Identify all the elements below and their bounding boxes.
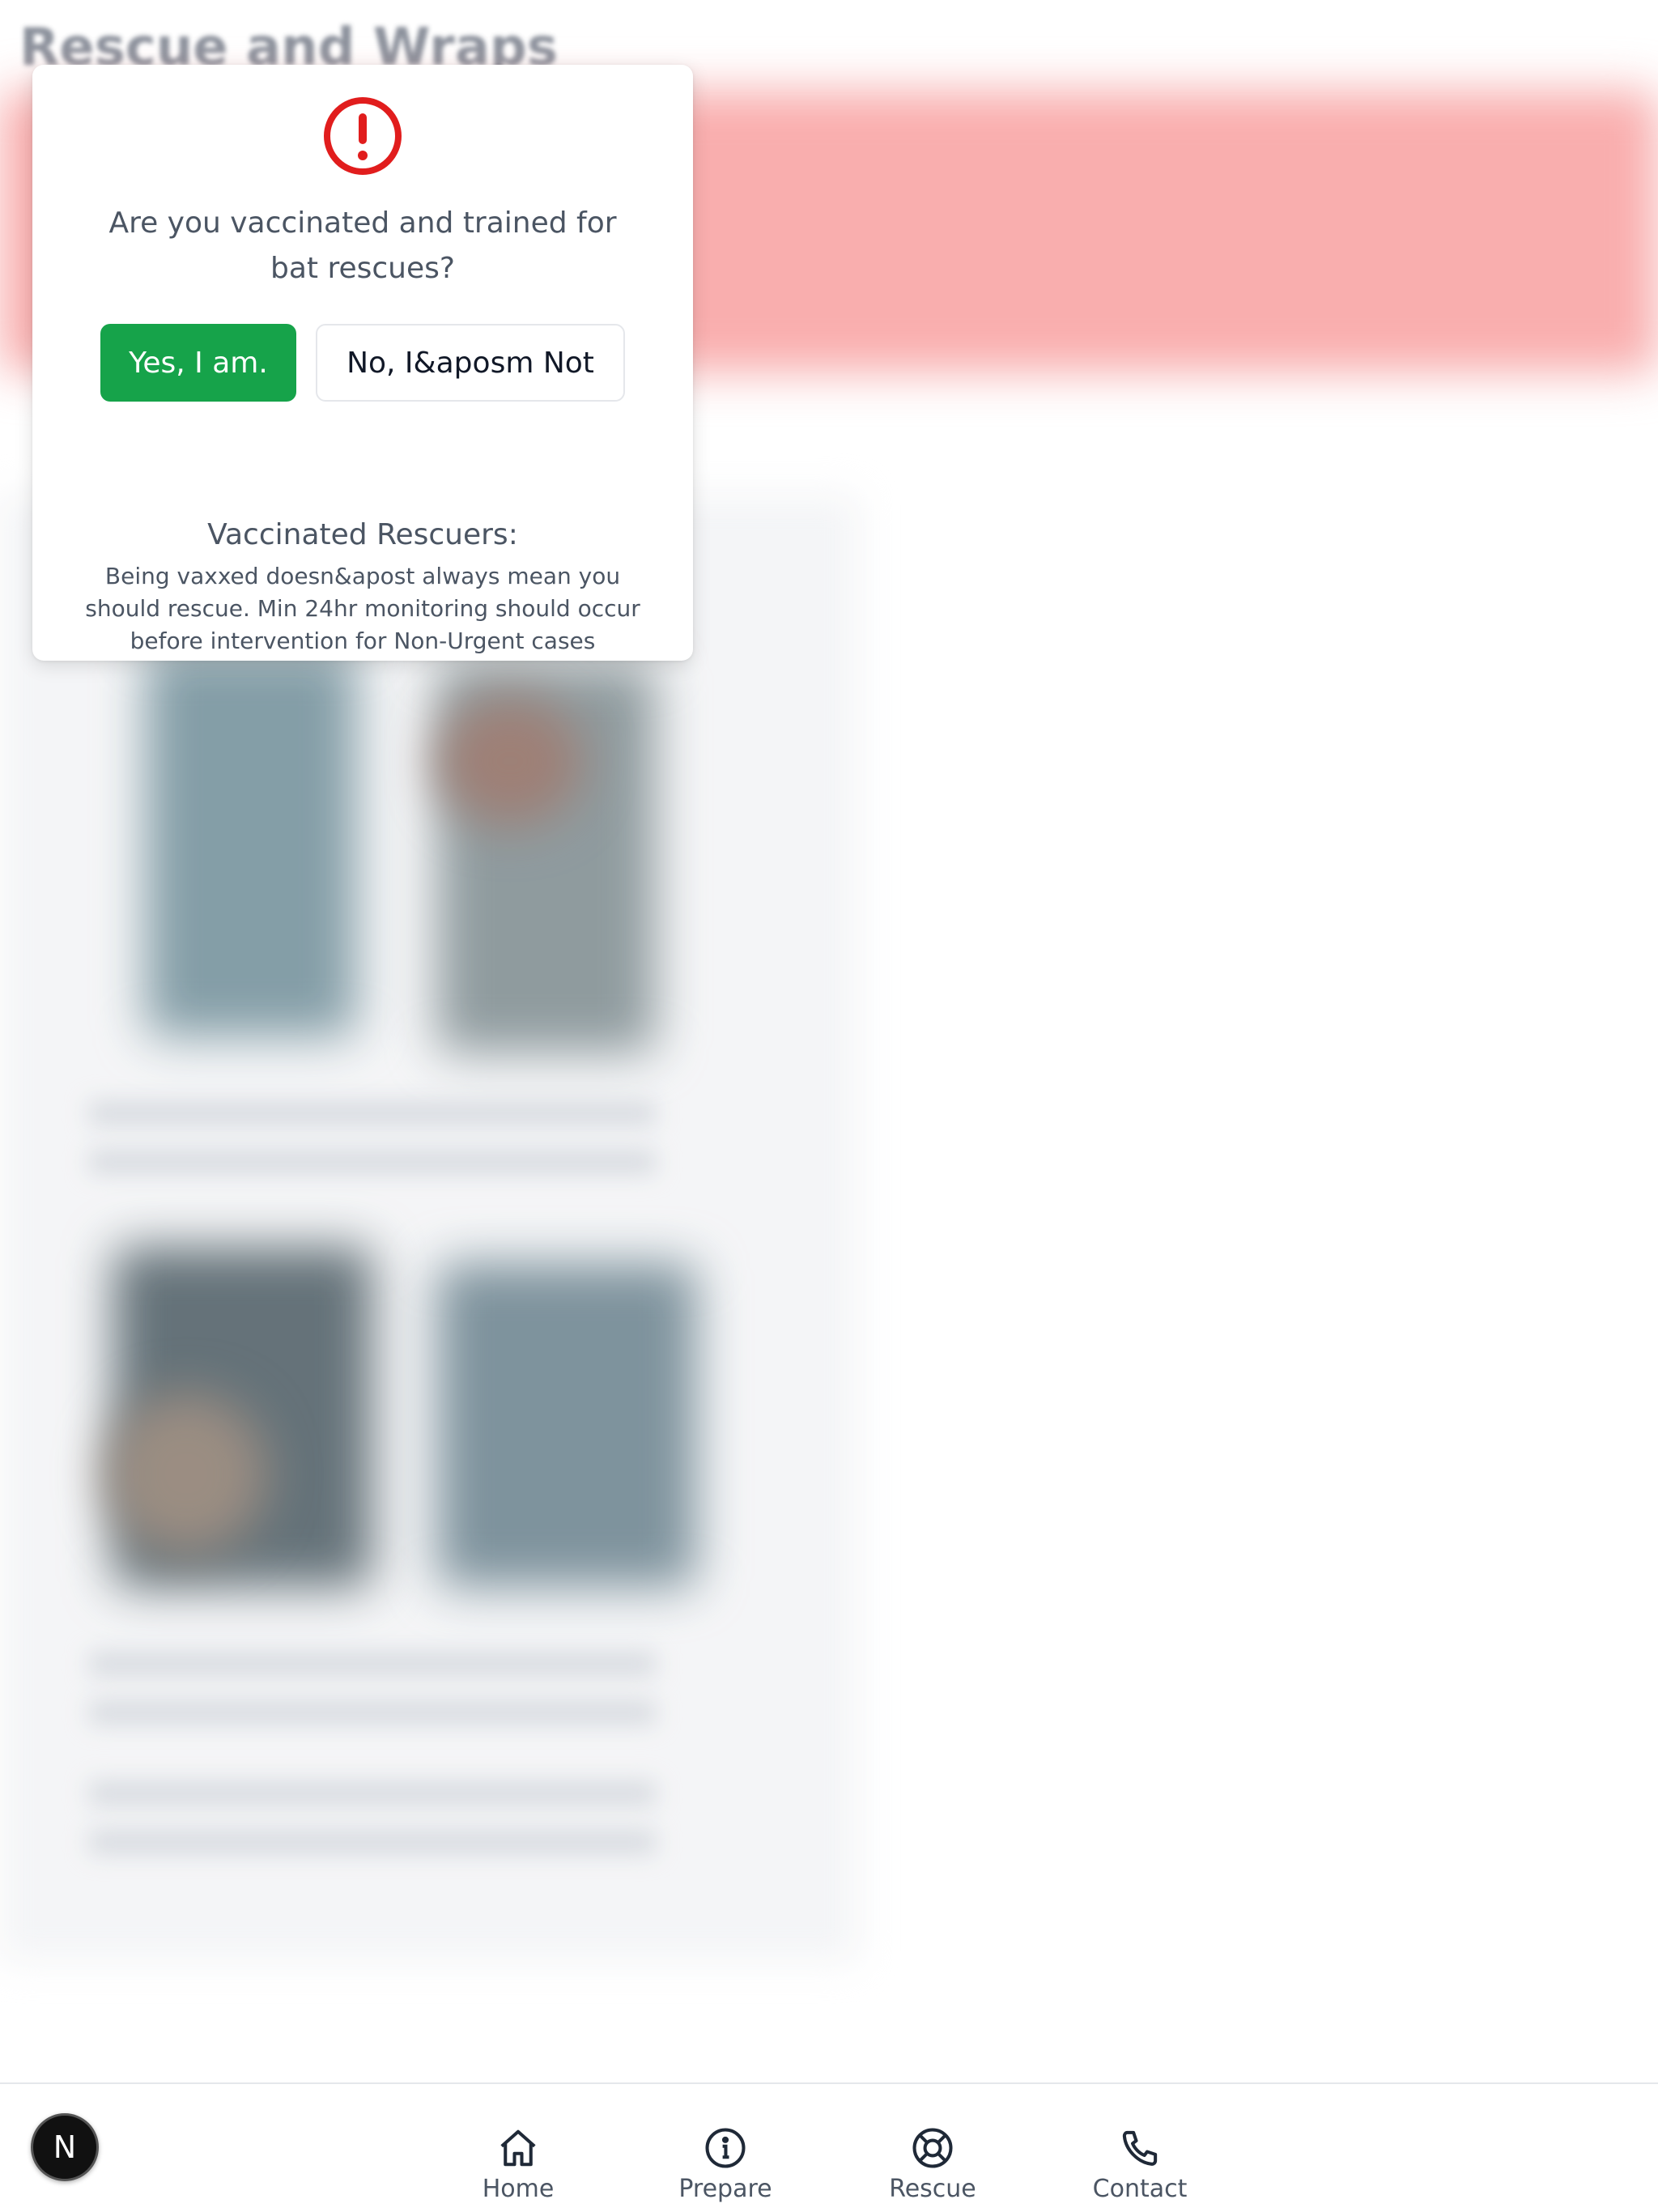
nav-label: Prepare bbox=[678, 2175, 772, 2203]
home-icon bbox=[500, 2129, 536, 2167]
note-title: Vaccinated Rescuers: bbox=[207, 518, 518, 551]
no-button[interactable]: No, I&aposm Not bbox=[316, 324, 625, 402]
dialog-question: Are you vaccinated and trained for bat r… bbox=[108, 206, 617, 285]
yes-button[interactable]: Yes, I am. bbox=[100, 324, 296, 402]
nav-item-contact[interactable]: Contact bbox=[1059, 2126, 1221, 2203]
nav-item-home[interactable]: Home bbox=[437, 2126, 599, 2203]
vaccination-dialog: Are you vaccinated and trained for bat r… bbox=[32, 65, 693, 661]
dev-badge[interactable]: N bbox=[31, 2113, 99, 2181]
phone-icon bbox=[1122, 2130, 1158, 2166]
nav-label: Home bbox=[482, 2175, 555, 2203]
note-body: Being vaxxed doesn&apost always mean you… bbox=[85, 563, 640, 654]
nav-item-prepare[interactable]: Prepare bbox=[644, 2126, 806, 2203]
bottom-nav: Home Prepare Rescue Contact bbox=[0, 2082, 1658, 2212]
alert-circle-icon bbox=[324, 97, 402, 175]
app-screen: Rescue and Wraps Are you vaccinated and … bbox=[0, 0, 1658, 2212]
nav-label: Contact bbox=[1092, 2175, 1188, 2203]
nav-item-rescue[interactable]: Rescue bbox=[852, 2126, 1014, 2203]
lifebuoy-icon bbox=[912, 2128, 953, 2168]
info-icon bbox=[705, 2128, 746, 2168]
nav-label: Rescue bbox=[889, 2175, 976, 2203]
